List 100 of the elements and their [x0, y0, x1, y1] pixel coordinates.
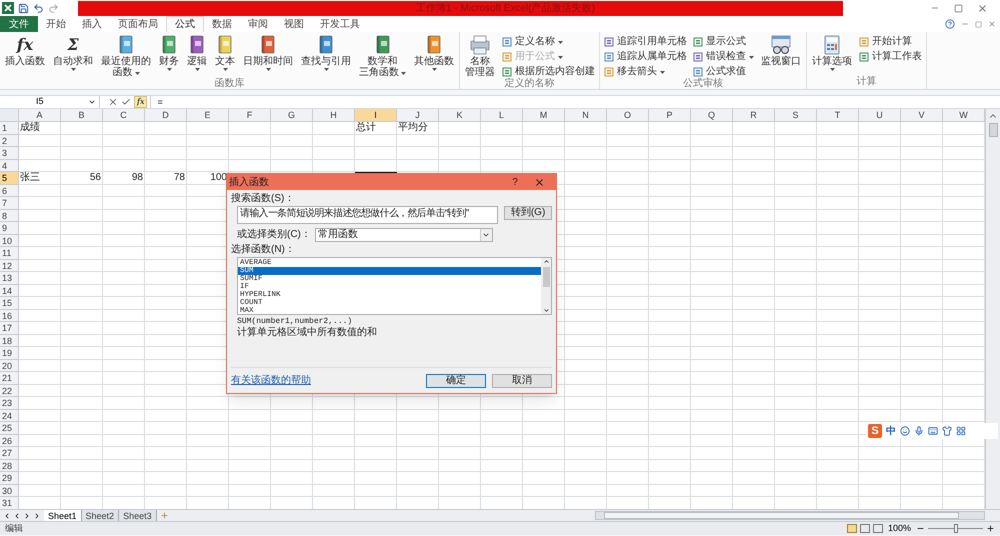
zoom-in-icon[interactable]	[986, 524, 995, 533]
input-mode-toggle[interactable]: 中	[886, 424, 896, 438]
undo-icon[interactable]	[33, 2, 44, 14]
ribbon-tab[interactable]: 开始	[38, 16, 74, 32]
help-button[interactable]: ?	[505, 174, 525, 190]
column-header[interactable]: L	[481, 109, 523, 122]
ribbon-button[interactable]: 错误检查	[693, 51, 754, 63]
table-cell[interactable]: 成绩	[19, 122, 61, 134]
row-header[interactable]: 16	[0, 310, 19, 322]
ribbon-button[interactable]: 最近使用的 函数	[98, 34, 154, 78]
keyboard-icon[interactable]	[928, 426, 938, 436]
ribbon-button[interactable]: fx 插入函数	[2, 34, 48, 67]
ribbon-button[interactable]: 财务	[156, 34, 182, 71]
row-header[interactable]: 20	[0, 360, 19, 372]
restore-icon[interactable]	[975, 20, 982, 28]
row-header[interactable]: 1	[0, 122, 19, 134]
ribbon-button[interactable]: 计算工作表	[859, 51, 922, 63]
ribbon-tab[interactable]: 数据	[204, 16, 240, 32]
select-all-corner[interactable]	[0, 109, 19, 122]
name-box[interactable]: I5	[0, 96, 100, 108]
zoom-slider-thumb[interactable]	[954, 524, 958, 533]
ribbon-button[interactable]: 名称 管理器	[462, 34, 498, 78]
column-header[interactable]: K	[439, 109, 481, 122]
column-header[interactable]: J	[397, 109, 439, 122]
table-cell[interactable]: 56	[61, 172, 103, 184]
column-header[interactable]: B	[61, 109, 103, 122]
ribbon-button[interactable]: 计算选项	[809, 34, 855, 71]
row-header[interactable]: 23	[0, 397, 19, 410]
row-header[interactable]: 22	[0, 384, 19, 397]
close-icon[interactable]	[534, 176, 545, 188]
row-header[interactable]: 9	[0, 222, 19, 234]
ribbon-tab[interactable]: 视图	[276, 16, 312, 32]
horizontal-scrollbar[interactable]	[595, 511, 985, 520]
ribbon-button[interactable]: 移去箭头	[604, 66, 687, 78]
column-header[interactable]: D	[145, 109, 187, 122]
ribbon-button[interactable]: 根据所选内容创建	[502, 66, 595, 78]
row-header[interactable]: 4	[0, 160, 19, 172]
column-header[interactable]: M	[523, 109, 565, 122]
row-header[interactable]: 7	[0, 197, 19, 210]
row-header[interactable]: 24	[0, 410, 19, 422]
scroll-down-icon[interactable]	[542, 307, 550, 314]
row-header[interactable]: 6	[0, 184, 19, 197]
ribbon-button[interactable]: 日期和时间	[240, 34, 296, 71]
ribbon-button[interactable]: 数学和 三角函数	[356, 34, 409, 78]
column-header[interactable]: I	[355, 109, 397, 122]
save-icon[interactable]	[18, 2, 29, 14]
table-cell[interactable]: 98	[103, 172, 145, 184]
row-header[interactable]: 15	[0, 297, 19, 310]
row-header[interactable]: 21	[0, 372, 19, 384]
cancel-icon[interactable]	[108, 97, 118, 107]
chevron-down-icon[interactable]	[88, 98, 96, 106]
last-sheet-icon[interactable]	[33, 512, 41, 520]
ribbon-tab[interactable]: 插入	[74, 16, 110, 32]
row-header[interactable]: 11	[0, 247, 19, 260]
ribbon-button[interactable]: 追踪从属单元格	[604, 51, 687, 63]
table-cell[interactable]: 78	[145, 172, 187, 184]
microphone-icon[interactable]	[914, 426, 924, 436]
row-header[interactable]: 19	[0, 347, 19, 360]
ribbon-button[interactable]: 逻辑	[184, 34, 210, 71]
column-header[interactable]: V	[901, 109, 943, 122]
shirt-icon[interactable]	[942, 426, 952, 436]
vertical-scrollbar[interactable]	[985, 109, 1000, 509]
row-header[interactable]: 31	[0, 497, 19, 509]
column-header[interactable]: G	[271, 109, 313, 122]
formula-input[interactable]: =	[150, 96, 1000, 108]
column-header[interactable]: W	[943, 109, 985, 122]
column-header[interactable]: O	[607, 109, 649, 122]
table-cell[interactable]: 平均分	[397, 122, 439, 134]
row-header[interactable]: 5	[0, 172, 19, 184]
column-header[interactable]: N	[565, 109, 607, 122]
insert-function-button[interactable]: fx	[134, 96, 148, 108]
row-header[interactable]: 18	[0, 334, 19, 347]
ribbon-button[interactable]: 其他函数	[411, 34, 457, 71]
category-select[interactable]: 常用函数	[314, 228, 493, 242]
redo-icon[interactable]	[48, 2, 59, 14]
column-header[interactable]: Q	[691, 109, 733, 122]
cancel-button[interactable]: 取消	[492, 374, 552, 388]
scrollbar-thumb[interactable]	[542, 267, 550, 287]
close-icon[interactable]	[977, 2, 988, 14]
row-header[interactable]: 28	[0, 460, 19, 472]
first-sheet-icon[interactable]	[3, 512, 11, 520]
grid-icon[interactable]	[956, 426, 966, 436]
normal-view-icon[interactable]	[846, 524, 857, 533]
search-field[interactable]: 请输入一条简短说明来描述您想做什么，然后单击“转到”	[237, 206, 498, 224]
table-cell[interactable]: 张三	[19, 172, 61, 184]
ribbon-button[interactable]: 监视窗口	[758, 34, 804, 67]
ribbon-button[interactable]: 显示公式	[693, 36, 754, 48]
column-header[interactable]: E	[187, 109, 229, 122]
ribbon-button[interactable]: 定义名称	[502, 36, 595, 48]
row-header[interactable]: 29	[0, 472, 19, 484]
page-layout-view-icon[interactable]	[860, 524, 870, 533]
row-header[interactable]: 26	[0, 434, 19, 447]
scroll-up-icon[interactable]	[542, 258, 550, 265]
column-header[interactable]: R	[733, 109, 775, 122]
ribbon-button[interactable]: 追踪引用单元格	[604, 36, 687, 48]
row-header[interactable]: 8	[0, 210, 19, 222]
ribbon-tab[interactable]: 页面布局	[110, 16, 166, 32]
ribbon-button[interactable]: 公式求值	[693, 66, 754, 78]
column-header[interactable]: F	[229, 109, 271, 122]
emoji-icon[interactable]	[900, 426, 910, 436]
